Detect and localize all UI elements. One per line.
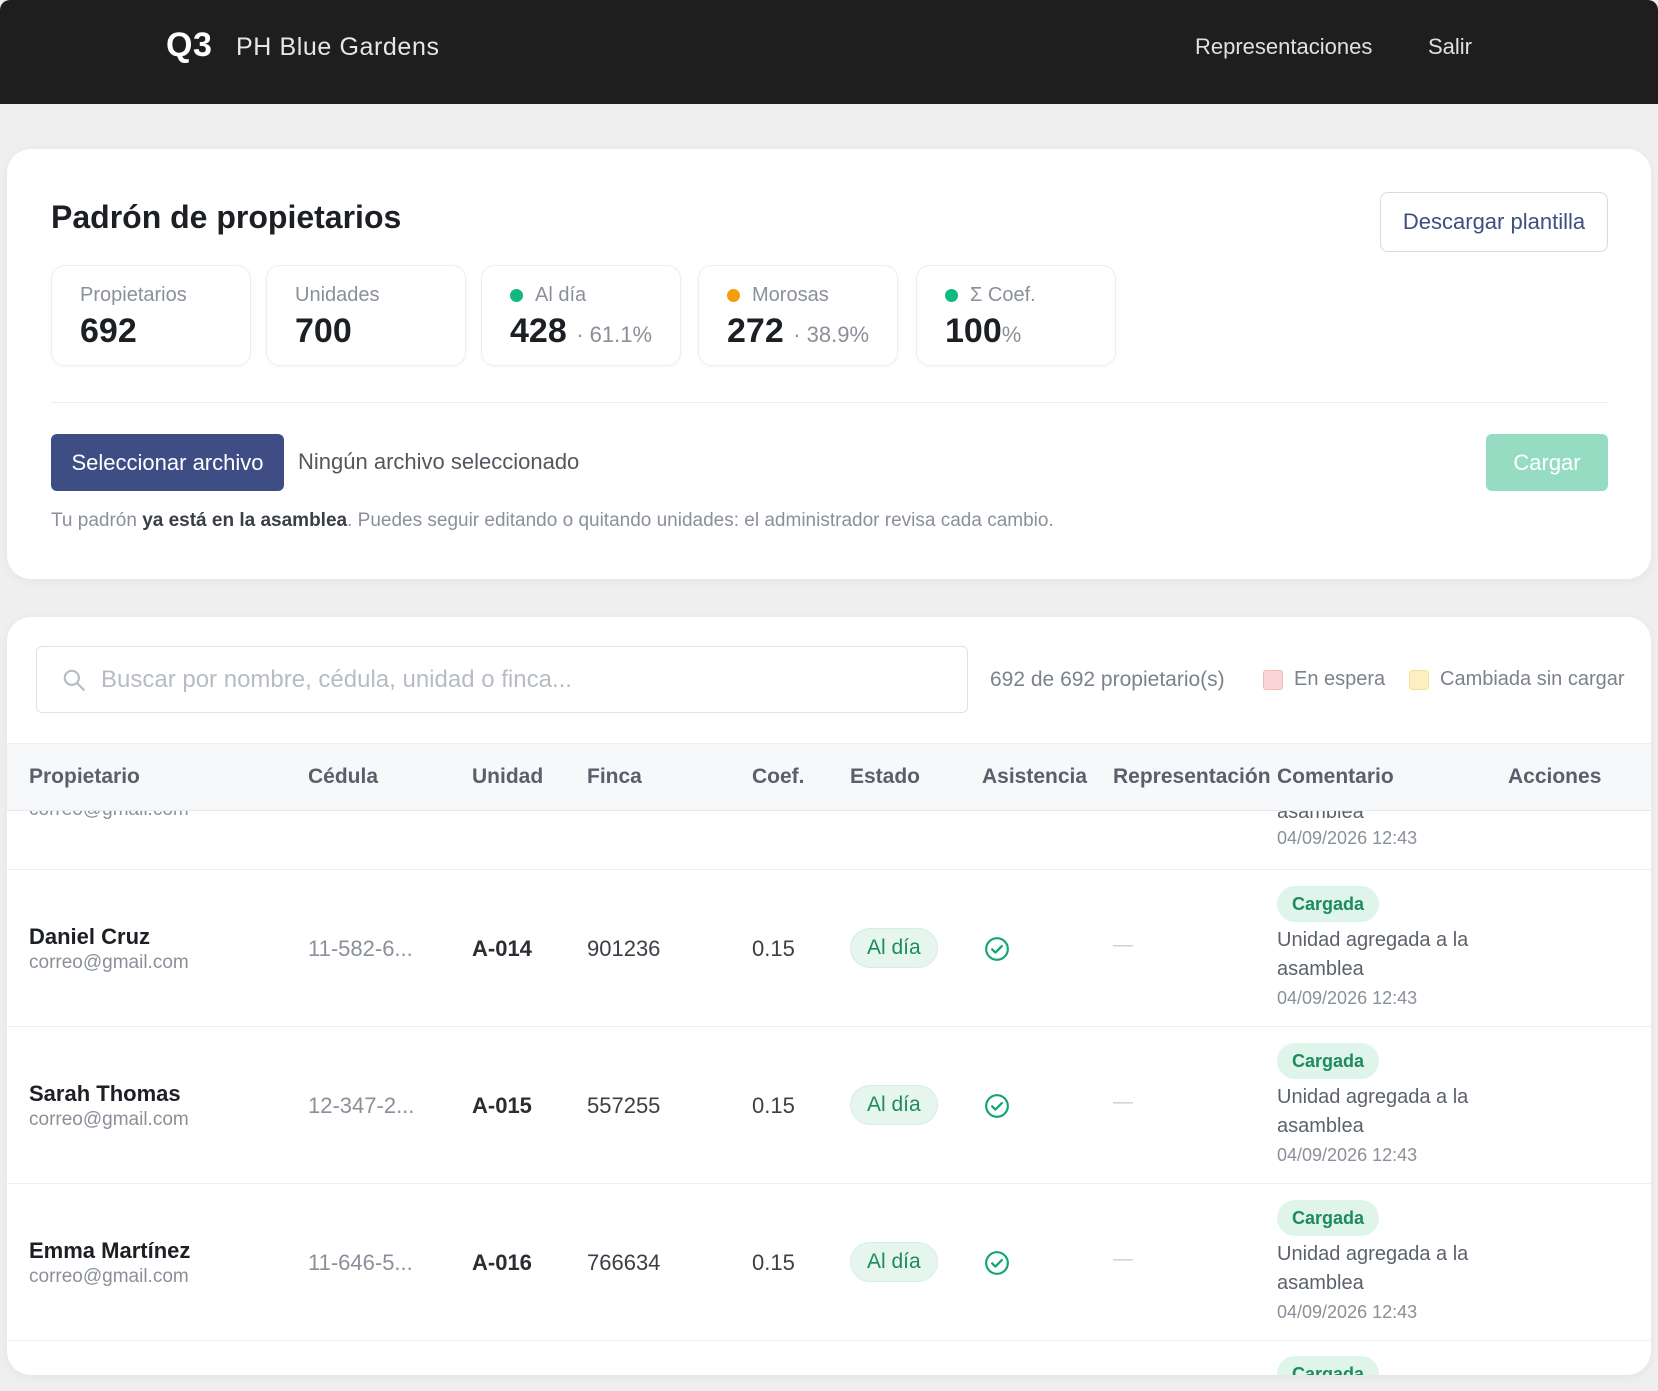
cargada-badge: Cargada <box>1277 1043 1380 1079</box>
orange-dot-icon <box>727 289 740 302</box>
comment-text: Unidad agregada a la asamblea <box>1277 1086 1469 1137</box>
owners-table-card: 692 de 692 propietario(s) En espera Camb… <box>7 617 1651 1375</box>
divider <box>51 402 1608 403</box>
col-estado[interactable]: Estado <box>850 765 920 789</box>
stat-unit: % <box>1001 322 1022 347</box>
legend-en-espera: En espera <box>1263 668 1385 691</box>
stat-value: 272 · 38.9% <box>727 312 870 350</box>
col-finca[interactable]: Finca <box>587 765 642 789</box>
col-coef[interactable]: Coef. <box>752 765 805 789</box>
coef: 0.15 <box>752 1093 795 1118</box>
check-circle-icon <box>985 1251 1009 1275</box>
green-dot-icon <box>945 289 958 302</box>
comment-time: 04/09/2026 12:43 <box>1277 1145 1418 1165</box>
stat-morosas: Morosas 272 · 38.9% <box>698 265 898 366</box>
top-navbar: Q3 PH Blue Gardens Representaciones Sali… <box>0 0 1658 104</box>
owner-email: correo@gmail.com <box>29 1266 189 1287</box>
finca: 557255 <box>587 1093 661 1118</box>
comment-text: Unidad agregada a la asamblea <box>1277 929 1469 980</box>
results-count: 692 de 692 propietario(s) <box>990 668 1225 691</box>
search-box[interactable] <box>36 646 968 713</box>
unidad: A-016 <box>472 1250 532 1275</box>
brand-logo[interactable]: Q3 <box>166 26 212 65</box>
unidad: A-015 <box>472 1093 532 1118</box>
stat-unidades: Unidades 700 <box>266 265 466 366</box>
stat-value: 100% <box>945 312 1022 350</box>
col-cedula[interactable]: Cédula <box>308 765 378 789</box>
stat-label: Al día <box>535 284 587 306</box>
stat-percent: · 38.9% <box>793 322 870 347</box>
representacion: — <box>1113 1091 1133 1113</box>
col-asistencia[interactable]: Asistencia <box>982 765 1087 789</box>
upload-button[interactable]: Cargar <box>1486 434 1608 491</box>
table-row[interactable]: Emma Martínez correo@gmail.com 11-646-5.… <box>7 1184 1651 1341</box>
stat-value: 700 <box>295 312 352 350</box>
cedula: 12-347-2... <box>308 1093 415 1118</box>
table-row-partial: correo@gmail.com asamblea 04/09/2026 12:… <box>7 811 1651 870</box>
owner-name: Daniel Cruz <box>29 924 151 949</box>
col-propietario[interactable]: Propietario <box>29 765 140 789</box>
cargada-badge: Cargada <box>1277 1356 1380 1375</box>
legend-swatch <box>1409 669 1429 690</box>
comment-time: 04/09/2026 12:43 <box>1277 828 1418 848</box>
padron-note: Tu padrón ya está en la asamblea. Puedes… <box>51 510 1054 531</box>
stat-label: Morosas <box>752 284 829 306</box>
search-input[interactable] <box>101 657 951 703</box>
finca: 901236 <box>587 936 661 961</box>
col-unidad[interactable]: Unidad <box>472 765 543 789</box>
col-comentario[interactable]: Comentario <box>1277 765 1394 789</box>
legend-swatch <box>1263 669 1283 690</box>
status-badge: Al día <box>850 928 938 968</box>
owner-email: correo@gmail.com <box>29 952 189 973</box>
stat-al-dia: Al día 428 · 61.1% <box>481 265 681 366</box>
stat-propietarios: Propietarios 692 <box>51 265 251 366</box>
padron-card: Padrón de propietarios Descargar plantil… <box>7 149 1651 579</box>
stat-percent: · 61.1% <box>576 322 653 347</box>
stat-label: Propietarios <box>80 284 187 306</box>
check-circle-icon <box>985 937 1009 961</box>
stat-label: Unidades <box>295 284 380 306</box>
select-file-button[interactable]: Seleccionar archivo <box>51 434 284 491</box>
unidad: A-014 <box>472 936 532 961</box>
comment-text: asamblea <box>1277 811 1364 823</box>
finca: 766634 <box>587 1250 661 1275</box>
owner-name: Emma Martínez <box>29 1238 191 1263</box>
project-name: PH Blue Gardens <box>236 33 440 61</box>
download-template-button[interactable]: Descargar plantilla <box>1380 192 1608 252</box>
table-row-partial: Cargada <box>7 1340 1651 1375</box>
representacion: — <box>1113 1248 1133 1270</box>
stat-coef: Σ Coef. 100% <box>916 265 1116 366</box>
stat-value: 692 <box>80 312 137 350</box>
col-acciones: Acciones <box>1508 765 1602 788</box>
representacion: — <box>1113 934 1133 956</box>
check-circle-icon <box>985 1094 1009 1118</box>
cedula: 11-582-6... <box>308 936 413 961</box>
stat-value: 428 · 61.1% <box>510 312 653 350</box>
comment-time: 04/09/2026 12:43 <box>1277 1302 1418 1322</box>
nav-salir[interactable]: Salir <box>1428 34 1472 60</box>
file-status: Ningún archivo seleccionado <box>298 449 580 474</box>
search-icon <box>63 669 85 691</box>
comment-text: Unidad agregada a la asamblea <box>1277 1243 1469 1294</box>
owner-name: Sarah Thomas <box>29 1081 181 1106</box>
nav-representaciones[interactable]: Representaciones <box>1195 34 1372 60</box>
green-dot-icon <box>510 289 523 302</box>
status-badge: Al día <box>850 1085 938 1125</box>
comment-time: 04/09/2026 12:43 <box>1277 988 1418 1008</box>
cedula: 11-646-5... <box>308 1250 413 1275</box>
col-representacion[interactable]: Representación <box>1113 765 1271 789</box>
table-row[interactable]: Daniel Cruz correo@gmail.com 11-582-6...… <box>7 870 1651 1027</box>
legend-cambiada: Cambiada sin cargar <box>1409 668 1625 691</box>
page-title: Padrón de propietarios <box>51 199 402 235</box>
table-row[interactable]: Sarah Thomas correo@gmail.com 12-347-2..… <box>7 1027 1651 1184</box>
coef: 0.15 <box>752 936 795 961</box>
coef: 0.15 <box>752 1250 795 1275</box>
table-header: Propietario Cédula Unidad Finca Coef. Es… <box>7 743 1651 811</box>
owner-email: correo@gmail.com <box>29 1109 189 1130</box>
stat-label: Σ Coef. <box>970 284 1036 306</box>
cargada-badge: Cargada <box>1277 886 1380 922</box>
status-badge: Al día <box>850 1242 938 1282</box>
cargada-badge: Cargada <box>1277 1200 1380 1236</box>
owner-email: correo@gmail.com <box>29 811 189 821</box>
